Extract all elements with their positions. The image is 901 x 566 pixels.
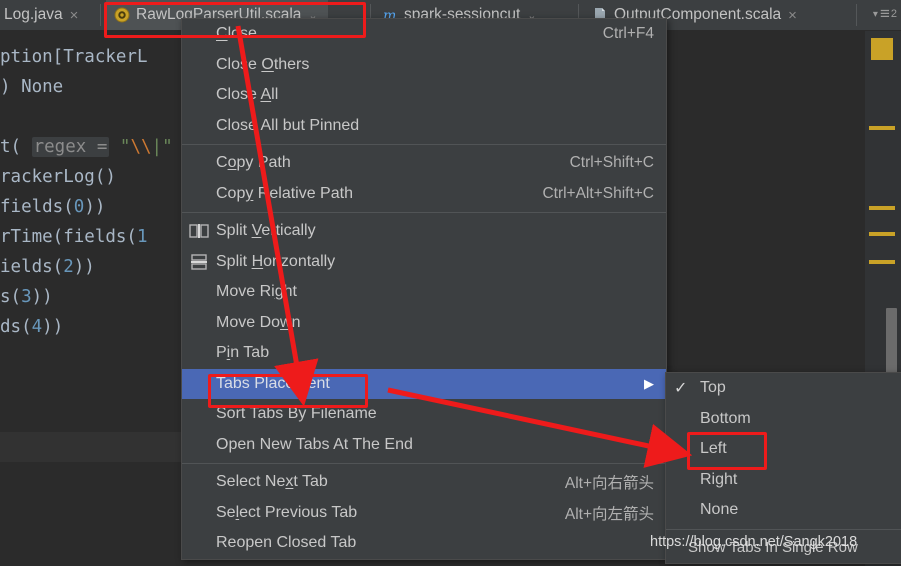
menu-item-copy-path[interactable]: Copy Path Ctrl+Shift+C	[182, 148, 666, 179]
submenu-item-bottom[interactable]: Bottom	[666, 404, 901, 435]
submenu-separator	[666, 528, 901, 530]
menu-item-open-new-tabs-at-the-end[interactable]: Open New Tabs At The End	[182, 430, 666, 461]
code-line: s(3))	[0, 287, 53, 307]
menu-item-label: Open New Tabs At The End	[216, 435, 413, 453]
menu-accelerator: Ctrl+Alt+Shift+C	[542, 184, 654, 202]
check-icon: ✓	[674, 380, 688, 398]
tab-log-java[interactable]: Log.java ×	[0, 0, 86, 30]
tab-separator	[856, 4, 857, 26]
menu-item-select-next-tab[interactable]: Select Next Tab Alt+向右箭头	[182, 467, 666, 498]
watermark-url: https://blog.csdn.net/Sangk2018	[650, 534, 858, 550]
show-tab-list-button[interactable]: ▾ ≡ 2	[873, 4, 897, 24]
tab-context-menu[interactable]: Close Ctrl+F4 Close Others Close All Clo…	[181, 18, 667, 560]
code-line: rTime(fields(1	[0, 227, 148, 247]
warning-marker[interactable]	[869, 126, 895, 130]
tab-label: Log.java	[4, 6, 63, 23]
parameter-hint: regex =	[31, 137, 110, 157]
submenu-item-label: Right	[700, 470, 738, 488]
menu-accelerator: Ctrl+F4	[602, 25, 654, 43]
tab-count-badge: 2	[890, 8, 897, 20]
menu-item-close-all-but-pinned[interactable]: Close All but Pinned	[182, 111, 666, 142]
menu-accelerator: Alt+向左箭头	[564, 505, 654, 523]
menu-item-move-down[interactable]: Move Down	[182, 308, 666, 339]
menu-item-label: Sort Tabs By Filename	[216, 405, 377, 423]
code-line: ields(2))	[0, 257, 95, 277]
warning-marker[interactable]	[869, 232, 895, 236]
menu-item-label: Reopen Closed Tab	[216, 534, 357, 552]
menu-item-label: Tabs Placement	[216, 374, 330, 392]
code-line: ) None	[0, 77, 64, 97]
warning-marker[interactable]	[869, 260, 895, 264]
menu-item-split-vertically[interactable]: Split Vertically	[182, 216, 666, 247]
menu-separator	[182, 463, 666, 464]
menu-item-move-right[interactable]: Move Right	[182, 277, 666, 308]
warning-marker[interactable]	[869, 206, 895, 210]
editor-blank-line	[0, 400, 181, 432]
scala-object-icon	[114, 7, 130, 23]
menu-item-reopen-closed-tab[interactable]: Reopen Closed Tab	[182, 528, 666, 559]
close-icon[interactable]: ×	[788, 7, 797, 24]
close-icon[interactable]: ×	[70, 7, 79, 24]
menu-accelerator: Ctrl+Shift+C	[569, 154, 654, 172]
menu-item-tabs-placement[interactable]: Tabs Placement ▶	[182, 368, 666, 399]
submenu-arrow-icon: ▶	[644, 375, 654, 391]
submenu-item-label: Bottom	[700, 409, 751, 427]
submenu-item-left[interactable]: Left	[666, 434, 901, 465]
editor-current-line-highlight	[0, 432, 181, 462]
menu-item-close[interactable]: Close Ctrl+F4	[182, 19, 666, 50]
tab-separator	[100, 4, 101, 26]
menu-item-pin-tab[interactable]: Pin Tab	[182, 338, 666, 369]
menu-separator	[182, 144, 666, 145]
menu-item-copy-relative-path[interactable]: Copy Relative Path Ctrl+Alt+Shift+C	[182, 179, 666, 210]
menu-item-split-horizontally[interactable]: Split Horizontally	[182, 247, 666, 278]
menu-item-label: Close All but Pinned	[216, 116, 360, 134]
submenu-item-right[interactable]: Right	[666, 465, 901, 496]
split-horizontally-icon	[188, 254, 210, 270]
code-line: rackerLog()	[0, 167, 116, 187]
menu-accelerator: Alt+向右箭头	[564, 475, 654, 493]
code-line: ds(4))	[0, 317, 64, 337]
code-line: fields(0))	[0, 197, 106, 217]
menu-item-close-all[interactable]: Close All	[182, 80, 666, 111]
menu-separator	[182, 212, 666, 213]
code-line: t( regex = "\\|"	[0, 137, 173, 157]
code-line: ption[TrackerL	[0, 47, 148, 67]
submenu-item-none[interactable]: None	[666, 495, 901, 526]
warning-marker[interactable]	[871, 38, 893, 60]
submenu-item-label: Left	[700, 440, 727, 458]
code-text-block: ption[TrackerL ) None t( regex = "\\|" r…	[0, 42, 190, 372]
submenu-item-label: None	[700, 501, 739, 519]
submenu-item-top[interactable]: ✓ Top	[666, 373, 901, 404]
menu-item-select-previous-tab[interactable]: Select Previous Tab Alt+向左箭头	[182, 498, 666, 529]
split-vertically-icon	[188, 223, 210, 239]
list-icon: ≡	[879, 4, 890, 23]
menu-item-sort-tabs-by-filename[interactable]: Sort Tabs By Filename	[182, 399, 666, 430]
submenu-item-label: Top	[700, 379, 726, 397]
chevron-down-icon: ▾	[872, 8, 878, 20]
menu-item-close-others[interactable]: Close Others	[182, 50, 666, 81]
